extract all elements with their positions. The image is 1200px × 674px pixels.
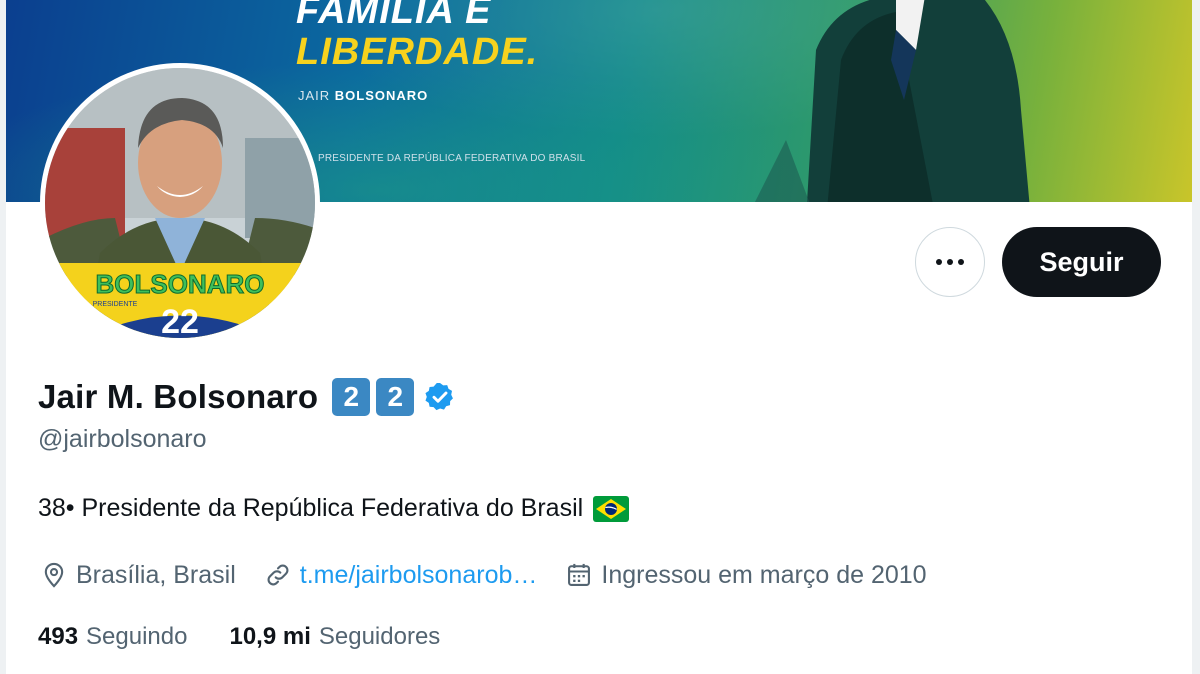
banner-headline-line2: LIBERDADE. xyxy=(296,31,539,73)
following-link[interactable]: 493 Seguindo xyxy=(38,623,187,651)
followers-label: Seguidores xyxy=(318,623,441,650)
number-badge-emoji: 2 xyxy=(376,378,415,416)
profile-bio: 38• Presidente da República Federativa d… xyxy=(38,494,630,523)
banner-headline-line1: FAMILIA E xyxy=(296,0,492,32)
banner-portrait-figure xyxy=(755,0,1030,202)
banner-signature: JAIR BOLSONARO xyxy=(298,88,428,103)
profile-handle: @jairbolsonaro xyxy=(38,425,207,453)
profile-location: Brasília, Brasil xyxy=(40,561,236,590)
banner-subtitle: PRESIDENTE DA REPÚBLICA FEDERATIVA DO BR… xyxy=(318,153,586,164)
profile-stats: 493 Seguindo 10,9 mi Seguidores xyxy=(38,620,482,654)
avatar-campaign-name: BOLSONARO xyxy=(96,269,265,299)
following-label: Seguindo xyxy=(86,623,188,650)
link-icon xyxy=(267,564,289,586)
brazil-flag-icon xyxy=(593,495,630,522)
avatar-campaign-number: 22 xyxy=(161,303,199,338)
profile-bio-text: 38• Presidente da República Federativa d… xyxy=(38,494,584,522)
profile-avatar[interactable]: BOLSONARO PRESIDENTE 22 xyxy=(40,63,320,343)
profile-location-text: Brasília, Brasil xyxy=(76,560,236,589)
banner-signature-first: JAIR xyxy=(298,88,331,103)
profile-display-name: Jair M. Bolsonaro xyxy=(38,378,319,415)
profile-name-row: Jair M. Bolsonaro 2 2 xyxy=(38,374,456,420)
verified-badge-icon[interactable] xyxy=(424,381,456,413)
profile-website-link[interactable]: t.me/jairbolsonarob… xyxy=(300,561,538,590)
profile-join-date-text: Ingressou em março de 2010 xyxy=(601,560,927,589)
followers-link[interactable]: 10,9 mi Seguidores xyxy=(229,623,440,651)
profile-meta-row: Brasília, Brasil t.me/jairbolsonarob… In… xyxy=(40,556,955,594)
page-right-border xyxy=(1192,0,1200,674)
ellipsis-icon xyxy=(936,259,964,265)
more-options-button[interactable] xyxy=(915,227,985,297)
following-count: 493 xyxy=(38,623,79,650)
follow-button[interactable]: Seguir xyxy=(1002,227,1161,297)
profile-join-date: Ingressou em março de 2010 xyxy=(565,560,927,590)
location-pin-icon xyxy=(44,562,64,588)
calendar-icon xyxy=(568,563,591,586)
avatar-campaign-role: PRESIDENTE xyxy=(93,301,138,308)
followers-count: 10,9 mi xyxy=(229,623,311,650)
number-badge-emoji: 2 xyxy=(332,378,371,416)
profile-website[interactable]: t.me/jairbolsonarob… xyxy=(264,561,538,590)
banner-signature-last: BOLSONARO xyxy=(334,88,429,103)
avatar-photo: BOLSONARO PRESIDENTE 22 xyxy=(45,68,315,338)
